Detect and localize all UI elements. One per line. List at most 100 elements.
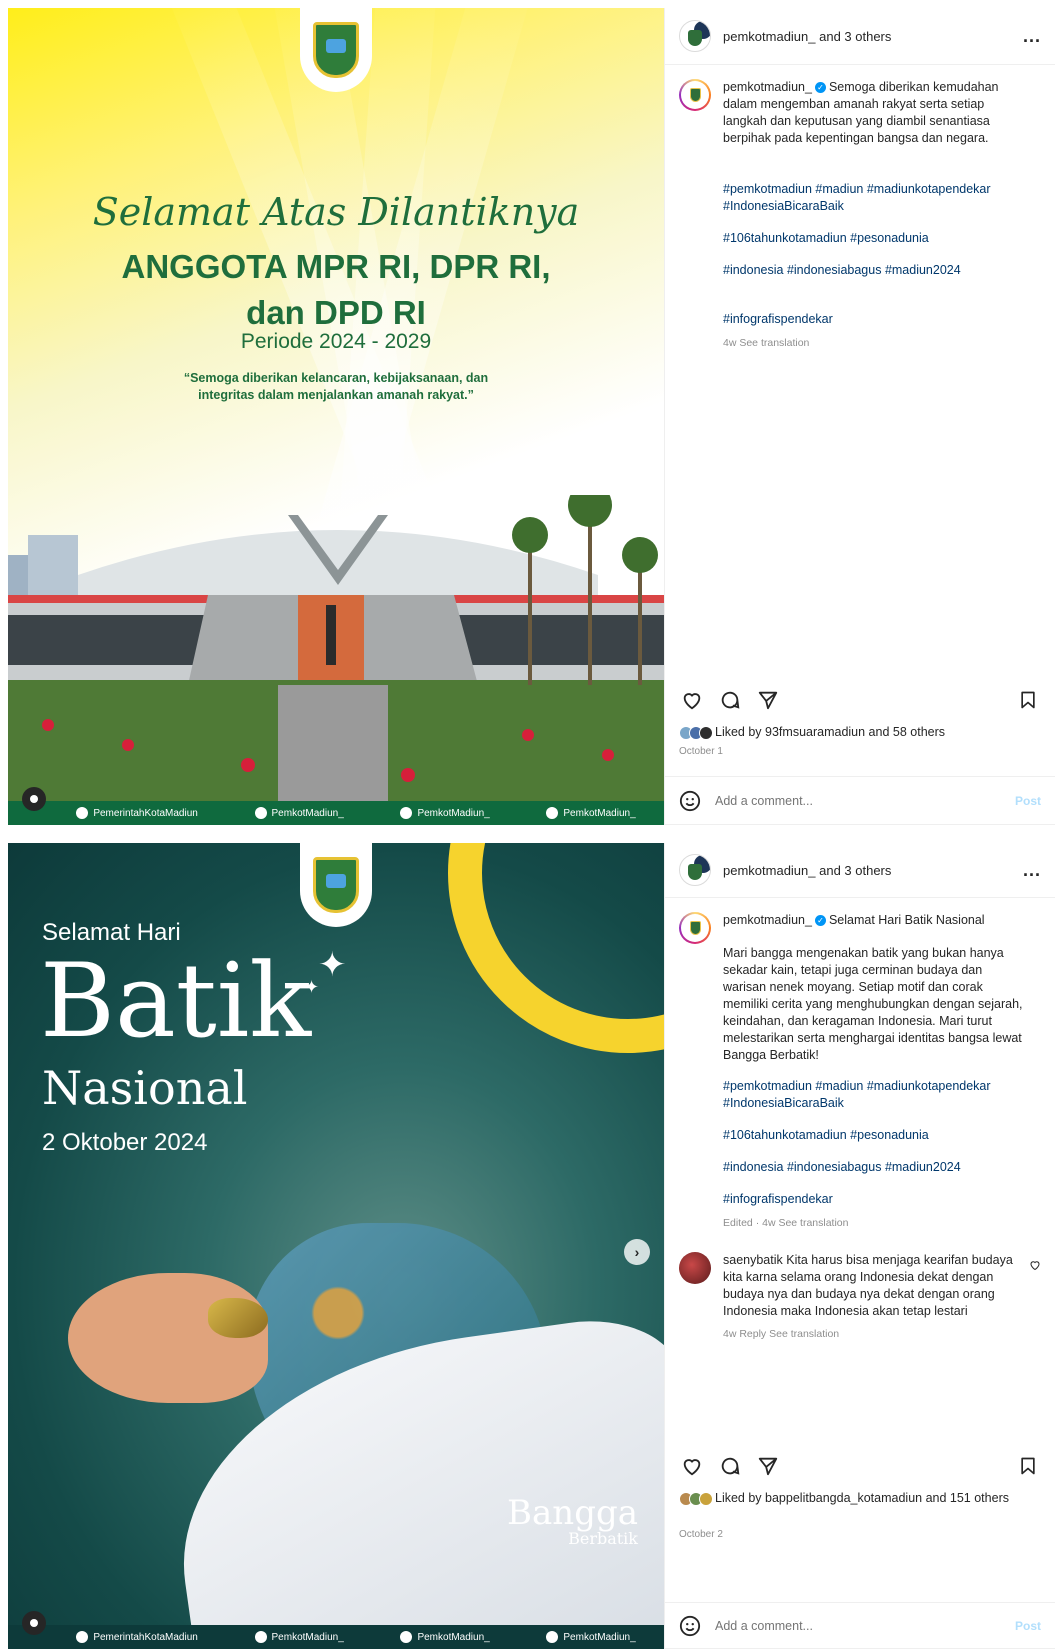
caption-username[interactable]: pemkotmadiun_ [723,913,812,927]
facebook-icon [76,807,89,819]
x-icon [400,1631,413,1643]
share-icon[interactable] [755,687,781,713]
comment-box: Post [665,776,1055,824]
facebook-handle: PemerintahKotaMadiun [76,1631,198,1643]
facebook-icon [76,1631,89,1643]
date-text: 2 Oktober 2024 [42,1129,208,1156]
hashtag-group[interactable]: #106tahunkotamadiun #pesonadunia [723,230,1023,247]
post-date[interactable]: October 1 [679,746,723,757]
hashtag-group[interactable]: #106tahunkotamadiun #pesonadunia [723,1127,1023,1144]
caption-username[interactable]: pemkotmadiun_ [723,80,812,94]
nasional-text: Nasional [42,1061,248,1115]
bangga-text: Bangga [507,1493,638,1533]
social-footer: PemerintahKotaMadiun PemkotMadiun_ Pemko… [8,801,664,825]
liker-avatars [679,726,713,740]
sparkle-icon: ✦ [318,946,347,984]
hand-illustration [68,1273,268,1403]
heart-icon[interactable] [679,687,705,713]
instagram-handle: PemkotMadiun_ [254,1631,344,1643]
threads-handle: PemkotMadiun_ [546,1631,636,1643]
likes-text[interactable]: Liked by bappelitbangda_kotamadiun and 1… [715,1491,1009,1505]
caption-body: pemkotmadiun_ ✓ Selamat Hari Batik Nasiona… [723,912,1023,1232]
x-handle: PemkotMadiun_ [400,807,490,819]
threads-icon [546,807,559,819]
hashtag-group[interactable]: #pemkotmadiun #madiun #madiunkotapendeka… [723,181,1023,215]
post-1: Selamat Atas Dilantiknya ANGGOTA MPR RI,… [8,8,1055,825]
post-header: pemkotmadiun_ and 3 others ... [665,843,1055,898]
post-2-sidebar: pemkotmadiun_ and 3 others ... pemkotmad… [664,843,1055,1649]
crest-shield-icon [313,22,359,78]
kota-madiun-crest [300,8,372,92]
owner-avatar[interactable] [679,854,711,886]
period-text: Periode 2024 - 2029 [240,330,432,353]
social-footer: PemerintahKotaMadiun PemkotMadiun_ Pemko… [8,1625,664,1649]
caption: pemkotmadiun_ ✓ Semoga diberikan kemudahan… [665,65,1055,352]
tagged-users-icon[interactable] [22,787,46,811]
owner-names[interactable]: pemkotmadiun_ and 3 others [723,863,891,878]
crest-shield-icon [313,857,359,913]
hashtag-group[interactable]: #infografispendekar [723,311,1023,328]
post-1-image[interactable]: Selamat Atas Dilantiknya ANGGOTA MPR RI,… [8,8,664,825]
canting-tool-illustration [208,1298,268,1338]
quote-text: “Semoga diberikan kelancaran, kebijaksan… [183,371,489,402]
comment-item: saenybatik Kita harus bisa menjaga keari… [665,1232,1055,1343]
comment-meta[interactable]: 4w Reply See translation [723,1326,1013,1343]
next-arrow-icon[interactable]: › [624,1239,650,1265]
hashtag-group[interactable]: #indonesia #indonesiabagus #madiun2024 [723,1159,1023,1176]
owner-names[interactable]: pemkotmadiun_ and 3 others [723,29,891,44]
post-header: pemkotmadiun_ and 3 others ... [665,8,1055,65]
headline-line-1: ANGGOTA MPR RI, DPR RI, [121,248,551,285]
post-date[interactable]: October 2 [679,1529,723,1540]
comment-body: saenybatik Kita harus bisa menjaga keari… [723,1252,1013,1343]
x-icon [400,807,413,819]
sparkle-icon: ✦ [304,977,320,997]
likes-row[interactable]: Liked by bappelitbangda_kotamadiun and 1… [679,1491,1019,1506]
action-bar [665,683,1055,717]
share-icon[interactable] [755,1453,781,1479]
liker-avatars [679,1492,713,1506]
heart-icon[interactable] [679,1453,705,1479]
owner-avatar[interactable] [679,20,711,52]
post-2-image[interactable]: Selamat Hari Batik ✦ ✦ Nasional 2 Oktobe… [8,843,664,1649]
comment-input[interactable] [715,1618,1015,1633]
instagram-icon [254,1631,267,1643]
hashtag-group[interactable]: #infografispendekar [723,1191,1023,1208]
caption-meta[interactable]: 4w See translation [723,335,1023,352]
headline: ANGGOTA MPR RI, DPR RI, dan DPD RI [8,244,664,336]
likes-row[interactable]: Liked by 93fmsuaramadiun and 58 others [679,725,945,740]
threads-icon [546,1631,559,1643]
hashtag-group[interactable]: #pemkotmadiun #madiun #madiunkotapendeka… [723,1078,1023,1112]
comment-icon[interactable] [717,1453,743,1479]
bookmark-icon[interactable] [1015,687,1041,713]
comment-input[interactable] [715,793,1015,808]
comment-icon[interactable] [717,687,743,713]
smile-icon[interactable] [679,790,701,812]
more-icon[interactable]: ... [1023,860,1041,881]
instagram-handle: PemkotMadiun_ [254,807,344,819]
tagged-users-icon[interactable] [22,1611,46,1635]
bookmark-icon[interactable] [1015,1453,1041,1479]
post-button[interactable]: Post [1015,794,1041,808]
caption-meta[interactable]: Edited · 4w See translation [723,1215,1023,1232]
post-button[interactable]: Post [1015,1619,1041,1633]
batik-title: Batik [40,942,312,1061]
smile-icon[interactable] [679,1615,701,1637]
likes-text[interactable]: Liked by 93fmsuaramadiun and 58 others [715,725,945,739]
caption-text: Mari bangga mengenakan batik yang bukan … [723,946,1023,1062]
bangga-berbatik-logo: Bangga Berbatik [507,1493,638,1548]
caption-title: Selamat Hari Batik Nasional [828,913,985,927]
more-icon[interactable]: ... [1023,26,1041,47]
hashtag-group[interactable]: #indonesia #indonesiabagus #madiun2024 [723,262,1023,279]
commenter-avatar[interactable] [679,1252,711,1284]
comment-heart-icon[interactable] [1029,1258,1041,1343]
commenter-username[interactable]: saenybatik [723,1253,783,1267]
greeting-script: Selamat Atas Dilantiknya [92,190,580,234]
comment-box: Post [665,1602,1055,1648]
facebook-handle: PemerintahKotaMadiun [76,807,198,819]
caption-body: pemkotmadiun_ ✓ Semoga diberikan kemudahan… [723,79,1023,352]
hashtags: #pemkotmadiun #madiun #madiunkotapendeka… [723,181,1023,328]
caption-avatar[interactable] [679,79,711,111]
post-1-sidebar: pemkotmadiun_ and 3 others ... pemkotmad… [664,8,1055,825]
caption-avatar[interactable] [679,912,711,944]
post-2: Selamat Hari Batik ✦ ✦ Nasional 2 Oktobe… [8,843,1055,1649]
